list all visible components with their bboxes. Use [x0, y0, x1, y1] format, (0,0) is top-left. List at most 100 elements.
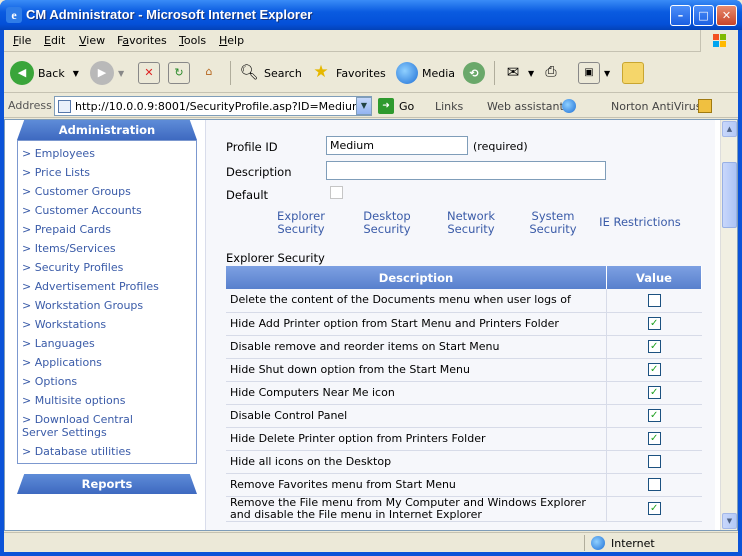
sidebar-item-price-lists[interactable]: > Price Lists — [22, 166, 192, 179]
mail-dropdown-icon[interactable]: ▼ — [528, 69, 534, 78]
setting-value-cell — [606, 450, 702, 474]
address-label: Address — [8, 99, 52, 112]
sidebar-item-database-utilities[interactable]: > Database utilities — [22, 445, 192, 458]
internet-zone-icon — [591, 536, 605, 550]
sidebar-item-customer-groups[interactable]: > Customer Groups — [22, 185, 192, 198]
mail-button[interactable]: ✉ ▼ — [502, 59, 534, 87]
menu-help[interactable]: Help — [219, 34, 244, 47]
print-button[interactable]: ⎙ — [540, 59, 566, 87]
tab-network-security[interactable]: Network Security — [436, 210, 506, 236]
reports-header[interactable]: Reports — [17, 474, 197, 494]
media-button[interactable]: Media — [396, 59, 455, 87]
sidebar-item-workstation-groups[interactable]: > Workstation Groups — [22, 299, 192, 312]
tab-ie-restrictions[interactable]: IE Restrictions — [592, 216, 688, 229]
menu-bar: File Edit View Favorites Tools Help — [4, 30, 738, 52]
setting-value-cell — [606, 473, 702, 497]
table-row: Disable remove and reorder items on Star… — [226, 335, 702, 359]
go-button[interactable]: ➜ Go — [378, 98, 414, 114]
table-row: Disable Control Panel ✓ — [226, 404, 702, 428]
vertical-scrollbar[interactable]: ▲ ▼ — [720, 120, 737, 530]
setting-checkbox[interactable]: ✓ — [647, 363, 661, 376]
menu-view[interactable]: View — [79, 34, 105, 47]
setting-checkbox[interactable] — [647, 293, 661, 307]
messenger-button[interactable] — [622, 59, 648, 87]
back-button[interactable]: ◀ Back ▼ — [10, 59, 79, 87]
setting-value-cell: ✓ — [606, 335, 702, 359]
sidebar-item-security-profiles[interactable]: > Security Profiles — [22, 261, 192, 274]
scroll-down-icon[interactable]: ▼ — [722, 513, 737, 529]
edit-dropdown-icon[interactable]: ▼ — [604, 69, 610, 78]
setting-checkbox[interactable]: ✓ — [647, 317, 661, 330]
history-button[interactable]: ⟲ — [463, 59, 489, 87]
setting-description: Remove Favorites menu from Start Menu — [226, 473, 607, 497]
sidebar-item-multisite-options[interactable]: > Multisite options — [22, 394, 192, 407]
menu-edit[interactable]: Edit — [44, 34, 65, 47]
setting-checkbox[interactable]: ✓ — [647, 386, 661, 399]
refresh-button[interactable]: ↻ — [168, 59, 194, 87]
menu-tools[interactable]: Tools — [179, 34, 206, 47]
printer-icon: ⎙ — [545, 64, 557, 80]
star-icon: ★ — [313, 62, 329, 82]
section-title: Explorer Security — [226, 251, 325, 265]
forward-dropdown-icon[interactable]: ▼ — [118, 69, 124, 78]
setting-checkbox[interactable]: ✓ — [647, 502, 661, 515]
norton-antivirus-button[interactable]: Norton AntiVirus — [611, 100, 701, 113]
sidebar-item-advertisement-profiles[interactable]: > Advertisement Profiles — [22, 280, 192, 293]
mail-icon: ✉ — [506, 63, 520, 81]
sidebar-item-customer-accounts[interactable]: > Customer Accounts — [22, 204, 192, 217]
sidebar-item-employees[interactable]: > Employees — [22, 147, 192, 160]
address-bar: Address http://10.0.0.9:8001/SecurityPro… — [4, 94, 738, 118]
default-checkbox[interactable] — [330, 186, 343, 199]
setting-value-cell: ✓ — [606, 358, 702, 382]
scroll-thumb[interactable] — [722, 162, 737, 228]
web-assistant-globe-icon[interactable] — [562, 99, 576, 113]
sidebar-item-applications[interactable]: > Applications — [22, 356, 192, 369]
maximize-button[interactable]: □ — [693, 5, 714, 26]
setting-checkbox[interactable]: ✓ — [647, 409, 661, 422]
page-viewport: Administration > Employees > Price Lists… — [4, 119, 738, 531]
title-bar[interactable]: e CM Administrator - Microsoft Internet … — [0, 0, 742, 30]
setting-value-cell: ✓ — [606, 404, 702, 428]
sidebar-item-prepaid-cards[interactable]: > Prepaid Cards — [22, 223, 192, 236]
edit-button[interactable]: ▣ ▼ — [578, 59, 610, 87]
sidebar-item-items-services[interactable]: > Items/Services — [22, 242, 192, 255]
profile-id-label: Profile ID — [226, 140, 278, 154]
home-icon: ⌂ — [205, 65, 213, 78]
profile-id-input[interactable]: Medium — [326, 136, 468, 155]
sidebar-item-options[interactable]: > Options — [22, 375, 192, 388]
sidebar-item-workstations[interactable]: > Workstations — [22, 318, 192, 331]
security-settings-table: Description Value Delete the content of … — [226, 266, 702, 522]
table-row: Hide Computers Near Me icon ✓ — [226, 381, 702, 405]
sidebar-item-languages[interactable]: > Languages — [22, 337, 192, 350]
address-dropdown-icon[interactable]: ▼ — [356, 97, 372, 115]
sidebar-item-download-central-server-settings[interactable]: > Download Central Server Settings — [22, 413, 172, 439]
minimize-button[interactable]: – — [670, 5, 691, 26]
web-assistant-button[interactable]: Web assistant — [487, 100, 564, 113]
norton-icon[interactable] — [698, 99, 712, 113]
close-button[interactable]: ✕ — [716, 5, 737, 26]
tab-system-security[interactable]: System Security — [522, 210, 584, 236]
tab-explorer-security[interactable]: Explorer Security — [266, 210, 336, 236]
ie-logo-icon: e — [6, 7, 22, 23]
scroll-up-icon[interactable]: ▲ — [722, 121, 737, 137]
menu-file[interactable]: File — [13, 34, 31, 47]
tab-desktop-security[interactable]: Desktop Security — [352, 210, 422, 236]
address-input[interactable]: http://10.0.0.9:8001/SecurityProfile.asp… — [54, 96, 372, 116]
links-button[interactable]: Links — [435, 100, 463, 113]
table-row: Hide all icons on the Desktop — [226, 450, 702, 474]
back-dropdown-icon[interactable]: ▼ — [73, 69, 79, 78]
status-bar: Internet — [4, 532, 738, 552]
description-input[interactable] — [326, 161, 606, 180]
search-button[interactable]: 🔍︎ Search — [238, 59, 301, 87]
menu-favorites[interactable]: Favorites — [117, 34, 167, 47]
favorites-button[interactable]: ★ Favorites — [310, 59, 385, 87]
home-button[interactable]: ⌂ — [198, 59, 224, 87]
setting-checkbox[interactable] — [647, 455, 661, 468]
edit-icon: ▣ — [578, 62, 600, 84]
setting-value-cell — [606, 289, 702, 313]
forward-button[interactable]: ▶ ▼ — [90, 59, 124, 87]
setting-checkbox[interactable]: ✓ — [647, 432, 661, 445]
stop-button[interactable]: ✕ — [138, 59, 164, 87]
setting-checkbox[interactable]: ✓ — [647, 340, 661, 353]
setting-checkbox[interactable] — [647, 478, 661, 491]
